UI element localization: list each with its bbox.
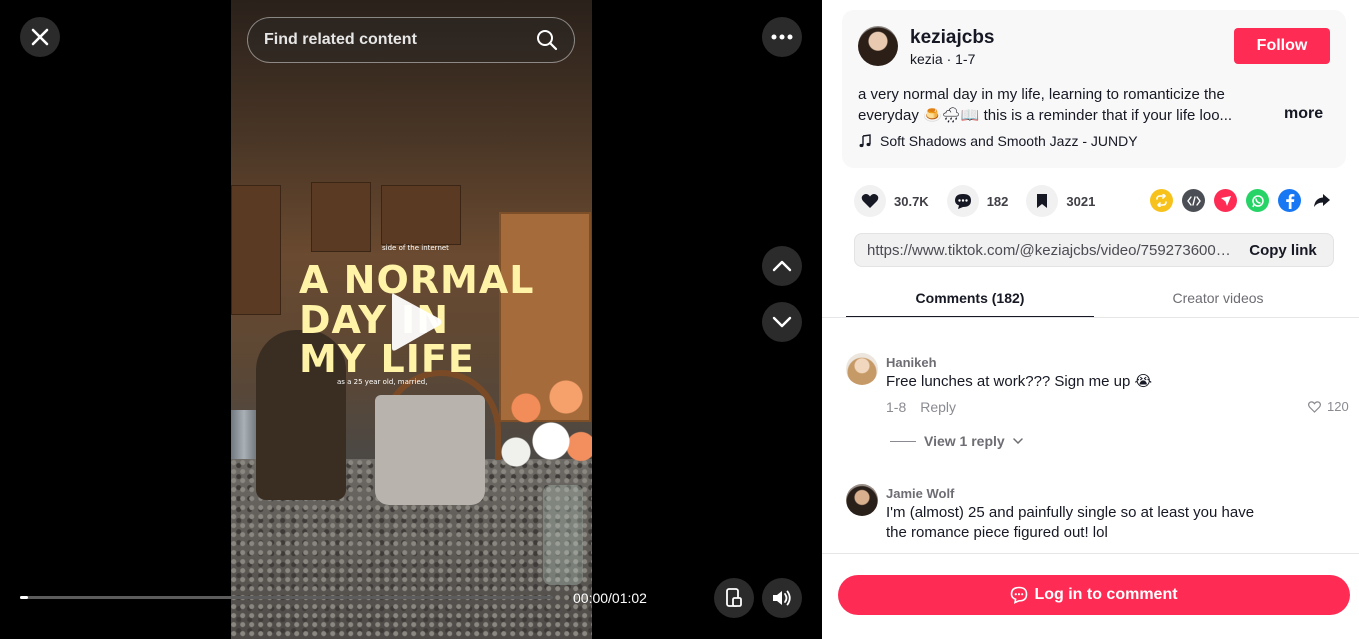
- reply-divider: [890, 440, 916, 442]
- author-avatar[interactable]: [858, 26, 898, 66]
- commenter-avatar[interactable]: [846, 484, 878, 516]
- comment-like-count: 120: [1327, 399, 1349, 414]
- copy-link-button[interactable]: Copy link: [1233, 242, 1333, 259]
- overlay-small-bottom: as a 25 year old, married,: [337, 378, 428, 386]
- author-username[interactable]: keziajcbs: [910, 27, 995, 49]
- follow-button[interactable]: Follow: [1234, 28, 1330, 64]
- previous-video-button[interactable]: [762, 246, 802, 286]
- search-placeholder: Find related content: [264, 31, 417, 48]
- commenter-name[interactable]: Jamie Wolf: [886, 486, 954, 501]
- flower-bouquet: [496, 375, 592, 485]
- bookmark-icon: [1037, 194, 1048, 208]
- like-count: 30.7K: [894, 193, 929, 209]
- chevron-up-icon: [772, 260, 792, 272]
- tiktok-video-viewer: side of the internet A NORMAL DAY IN MY …: [0, 0, 1359, 639]
- music-link[interactable]: Soft Shadows and Smooth Jazz - JUNDY: [858, 133, 1138, 149]
- music-note-icon: [859, 134, 871, 148]
- share-arrow-icon[interactable]: [1310, 189, 1333, 212]
- kitchen-cabinet: [231, 185, 281, 315]
- overlay-small-top: side of the internet: [382, 244, 449, 252]
- tab-creator-videos[interactable]: Creator videos: [1094, 280, 1342, 318]
- search-icon[interactable]: [536, 29, 558, 51]
- comment-bubble-icon: [954, 193, 971, 209]
- find-related-search[interactable]: Find related content: [247, 17, 575, 63]
- video-info-card: keziajcbs kezia · 1-7 Follow a very norm…: [842, 10, 1346, 168]
- comment-action[interactable]: 182: [946, 185, 1009, 217]
- comment-button[interactable]: [946, 185, 979, 217]
- save-count: 3021: [1066, 193, 1096, 209]
- description-more-button[interactable]: more: [1284, 105, 1323, 123]
- view-replies-button[interactable]: View 1 reply: [890, 433, 1023, 449]
- reply-button[interactable]: Reply: [920, 399, 956, 415]
- comment-text: I'm (almost) 25 and painfully single so …: [886, 504, 1255, 541]
- video-time: 00:00/01:02: [573, 590, 647, 606]
- log-in-label: Log in to comment: [1034, 586, 1178, 603]
- share-icons: [1150, 189, 1333, 212]
- comment-item: Jamie Wolf I'm (almost) 25 and painfully…: [846, 484, 1346, 554]
- facebook-icon[interactable]: [1278, 189, 1301, 212]
- comment-text: Free lunches at work??? Sign me up 😭: [886, 373, 1152, 390]
- tabs-divider: [822, 317, 1359, 318]
- next-video-button[interactable]: [762, 302, 802, 342]
- overlay-title-line3: MY LIFE: [299, 337, 475, 381]
- mini-player-icon: [726, 588, 742, 607]
- description-line2: everyday 🍮🌧📖 this is a reminder that if …: [858, 107, 1233, 124]
- chevron-down-icon: [772, 316, 792, 328]
- ellipsis-icon: [771, 34, 793, 40]
- view-replies-label: View 1 reply: [924, 433, 1005, 449]
- music-title: Soft Shadows and Smooth Jazz - JUNDY: [880, 133, 1138, 149]
- author-subname: kezia · 1-7: [910, 51, 976, 67]
- log-in-to-comment-button[interactable]: Log in to comment: [838, 575, 1350, 615]
- picture-in-picture-button[interactable]: [714, 578, 754, 618]
- comment-bubble-icon: [1011, 586, 1028, 604]
- speaker-icon: [773, 590, 791, 606]
- close-icon: [31, 28, 49, 46]
- repost-icon[interactable]: [1150, 189, 1173, 212]
- more-options-button[interactable]: [762, 17, 802, 57]
- comment-footer: Log in to comment: [822, 553, 1359, 639]
- volume-button[interactable]: [762, 578, 802, 618]
- engagement-actions: 30.7K 182 3021: [854, 184, 1113, 218]
- like-action[interactable]: 30.7K: [854, 185, 929, 217]
- chevron-down-icon: [1012, 438, 1023, 444]
- details-panel: keziajcbs kezia · 1-7 Follow a very norm…: [822, 0, 1359, 639]
- like-button[interactable]: [854, 185, 886, 217]
- kitchen-cabinet: [311, 182, 371, 252]
- comment-meta: 1-8 Reply: [886, 399, 956, 415]
- embed-icon[interactable]: [1182, 189, 1205, 212]
- comment-date: 1-8: [886, 399, 907, 415]
- tote-bag: [375, 395, 485, 505]
- commenter-avatar[interactable]: [846, 353, 878, 385]
- video-progress-bar[interactable]: [20, 596, 553, 599]
- comment-count: 182: [986, 193, 1009, 209]
- play-icon[interactable]: [388, 290, 444, 354]
- description-line1: a very normal day in my life, learning t…: [858, 86, 1225, 103]
- video-player[interactable]: side of the internet A NORMAL DAY IN MY …: [0, 0, 822, 639]
- kitchen-cabinet: [381, 185, 461, 245]
- panel-tabs: Comments (182) Creator videos: [846, 280, 1342, 318]
- save-button[interactable]: [1026, 185, 1059, 217]
- heart-outline-icon: [1308, 400, 1321, 413]
- video-progress-fill: [20, 596, 28, 599]
- commenter-name[interactable]: Hanikeh: [886, 355, 937, 370]
- video-link-url[interactable]: https://www.tiktok.com/@keziajcbs/video/…: [855, 242, 1233, 259]
- comment-item: Hanikeh Free lunches at work??? Sign me …: [846, 353, 1349, 463]
- glass-vase: [543, 485, 583, 585]
- save-action[interactable]: 3021: [1026, 185, 1095, 217]
- close-button[interactable]: [20, 17, 60, 57]
- video-link-box: https://www.tiktok.com/@keziajcbs/video/…: [854, 233, 1334, 267]
- tab-comments[interactable]: Comments (182): [846, 280, 1094, 318]
- whatsapp-icon[interactable]: [1246, 189, 1269, 212]
- send-icon[interactable]: [1214, 189, 1237, 212]
- comment-like[interactable]: 120: [1308, 399, 1349, 414]
- heart-icon: [861, 194, 879, 208]
